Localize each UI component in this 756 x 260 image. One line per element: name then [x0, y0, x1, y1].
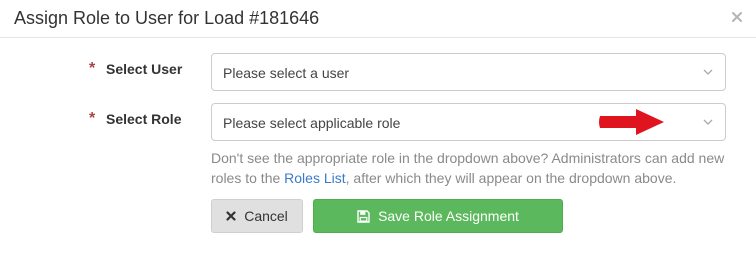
required-marker: *	[89, 60, 96, 77]
cancel-label: Cancel	[244, 208, 288, 224]
select-user-value: Please select a user	[223, 65, 350, 81]
select-role-label: Select Role	[106, 111, 182, 127]
save-role-assignment-button[interactable]: Save Role Assignment	[313, 199, 563, 233]
required-marker: *	[89, 110, 96, 127]
red-arrow-icon	[596, 108, 666, 136]
select-user-dropdown[interactable]: Please select a user	[211, 53, 726, 91]
close-icon	[730, 10, 744, 24]
floppy-disk-icon	[357, 209, 370, 223]
role-help-text: Don't see the appropriate role in the dr…	[211, 148, 741, 188]
select-role-value: Please select applicable role	[223, 115, 401, 131]
modal-title: Assign Role to User for Load #181646	[14, 8, 320, 28]
roles-list-link[interactable]: Roles List	[284, 170, 345, 186]
assign-role-modal: Assign Role to User for Load #181646 * S…	[0, 0, 756, 260]
times-icon	[226, 211, 236, 221]
save-label: Save Role Assignment	[378, 208, 519, 224]
cancel-button[interactable]: Cancel	[211, 199, 303, 233]
help-text-after: , after which they will appear on the dr…	[345, 170, 677, 186]
chevron-down-icon	[703, 69, 713, 76]
close-button[interactable]	[730, 10, 744, 24]
chevron-down-icon	[703, 119, 713, 126]
select-user-label: Select User	[106, 61, 183, 77]
modal-header: Assign Role to User for Load #181646	[0, 0, 756, 38]
